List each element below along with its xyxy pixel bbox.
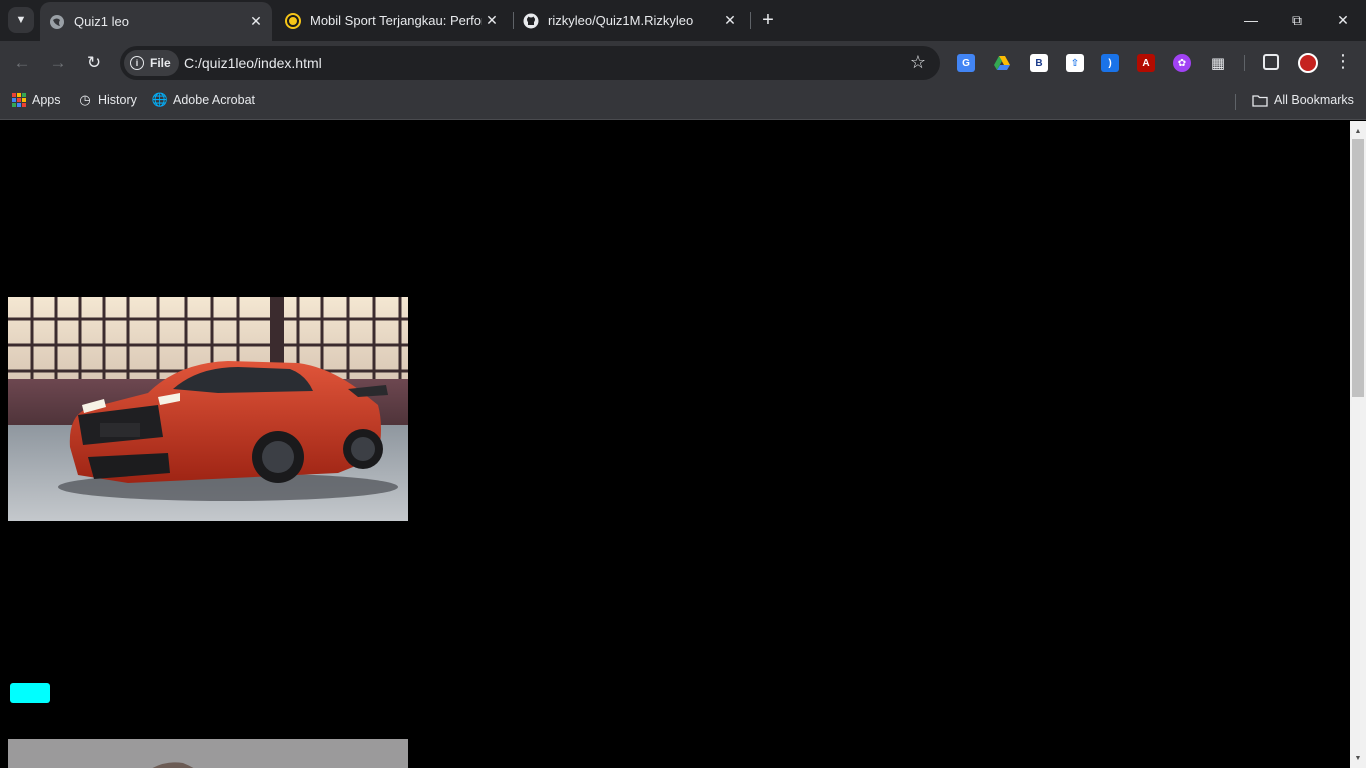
minimize-icon[interactable]: —	[1228, 0, 1274, 40]
window-close-icon[interactable]: ✕	[1320, 0, 1366, 40]
folder-icon	[1252, 93, 1268, 107]
bookmark-adobe-acrobat[interactable]: 🌐 Adobe Acrobat	[151, 92, 256, 107]
history-icon: ◷	[79, 92, 91, 107]
bookmark-label: Adobe Acrobat	[173, 93, 256, 107]
back-arrow-icon[interactable]: ←	[8, 49, 36, 77]
bookmark-star-icon[interactable]: ☆	[910, 52, 926, 73]
side-panel-icon[interactable]	[1263, 54, 1279, 70]
bookmarks-divider	[1235, 94, 1236, 110]
bookmark-label: History	[98, 93, 137, 107]
bookmark-apps[interactable]: Apps	[12, 93, 61, 107]
tab-title: Quiz1 leo	[74, 14, 129, 29]
profile-avatar[interactable]	[1298, 53, 1318, 73]
b-extension-icon[interactable]: B	[1030, 54, 1048, 72]
page-viewport	[0, 121, 1350, 768]
site-info-chip[interactable]: i File	[124, 50, 179, 76]
reload-icon[interactable]: ↻	[80, 49, 108, 77]
apps-grid-icon	[12, 93, 26, 107]
new-tab-plus-icon[interactable]: +	[756, 8, 780, 32]
cyan-button[interactable]	[10, 683, 50, 703]
all-bookmarks-button[interactable]: All Bookmarks	[1252, 93, 1354, 107]
scrollbar-thumb[interactable]	[1352, 139, 1364, 397]
second-car-image	[8, 739, 408, 768]
upload-extension-icon[interactable]: ⇧	[1066, 54, 1084, 72]
google-drive-icon[interactable]	[993, 54, 1011, 72]
bookmarks-bar: Apps ◷ History 🌐 Adobe Acrobat All Bookm…	[0, 85, 1366, 120]
address-bar[interactable]: i File C:/quiz1leo/index.html ☆	[120, 46, 940, 80]
page-scrollbar[interactable]: ▲ ▼	[1350, 121, 1366, 768]
bookmark-label: Apps	[32, 93, 61, 107]
tab-title: Mobil Sport Terjangkau: Perform	[310, 13, 482, 28]
globe-icon: 🌐	[151, 92, 169, 107]
tab-title: rizkyleo/Quiz1M.Rizkyleo	[548, 13, 694, 28]
info-icon: i	[130, 56, 144, 70]
close-icon[interactable]: ✕	[482, 11, 502, 31]
browser-toolbar: ← → ↻ i File C:/quiz1leo/index.html ☆ G …	[0, 41, 1366, 85]
red-sports-car-image	[8, 297, 408, 521]
wifi-extension-icon[interactable]: )	[1101, 54, 1119, 72]
tab-divider	[750, 12, 751, 29]
tab-github-repo[interactable]: rizkyleo/Quiz1M.Rizkyleo ✕	[514, 0, 746, 41]
scroll-down-arrow-icon[interactable]: ▼	[1350, 750, 1366, 766]
restore-icon[interactable]: ⧉	[1274, 0, 1320, 40]
github-icon	[523, 13, 539, 29]
close-icon[interactable]: ✕	[720, 11, 740, 31]
bookmark-history[interactable]: ◷ History	[78, 92, 137, 107]
puzzle-icon[interactable]: ▦	[1209, 54, 1227, 72]
tab-strip: ▼ Quiz1 leo ✕ Mobil Sport Terjangkau: Pe…	[0, 0, 1366, 41]
forward-arrow-icon[interactable]: →	[44, 49, 72, 77]
toolbar-divider	[1244, 55, 1245, 71]
site-info-label: File	[150, 56, 171, 70]
brain-extension-icon[interactable]: ✿	[1173, 54, 1191, 72]
tab-search-button[interactable]: ▼	[8, 7, 34, 33]
globe-favicon-icon	[49, 14, 65, 30]
all-bookmarks-label: All Bookmarks	[1274, 93, 1354, 107]
site-logo-favicon-icon	[285, 12, 301, 29]
tab-mobil-sport[interactable]: Mobil Sport Terjangkau: Perform ✕	[276, 0, 508, 41]
close-icon[interactable]: ✕	[246, 12, 266, 32]
scroll-up-arrow-icon[interactable]: ▲	[1350, 123, 1366, 139]
tab-quiz1-leo[interactable]: Quiz1 leo ✕	[40, 2, 272, 41]
url-text[interactable]: C:/quiz1leo/index.html	[184, 55, 322, 71]
google-translate-icon[interactable]: G	[957, 54, 975, 72]
more-menu-icon[interactable]: ⋮	[1334, 51, 1352, 72]
adobe-acrobat-icon[interactable]: A	[1137, 54, 1155, 72]
